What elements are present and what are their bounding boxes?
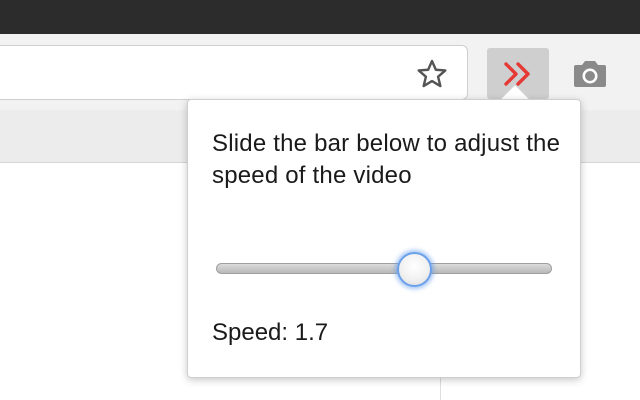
star-icon xyxy=(417,59,447,88)
address-bar[interactable] xyxy=(0,45,468,100)
speed-value: 1.7 xyxy=(294,319,329,346)
browser-window: Slide the bar below to adjust the speed … xyxy=(0,0,640,400)
speed-label: Speed: xyxy=(212,319,289,346)
bookmark-star-button[interactable] xyxy=(413,55,451,93)
screenshot-extension-button[interactable] xyxy=(566,54,614,94)
speed-slider-track[interactable] xyxy=(216,263,552,274)
speed-slider-thumb[interactable] xyxy=(397,252,433,287)
speed-readout: Speed: 1.7 xyxy=(212,317,328,349)
camera-icon xyxy=(574,61,606,87)
title-bar xyxy=(0,0,640,34)
popup-instructions: Slide the bar below to adjust the speed … xyxy=(212,130,561,189)
double-chevron-right-icon xyxy=(504,61,530,86)
